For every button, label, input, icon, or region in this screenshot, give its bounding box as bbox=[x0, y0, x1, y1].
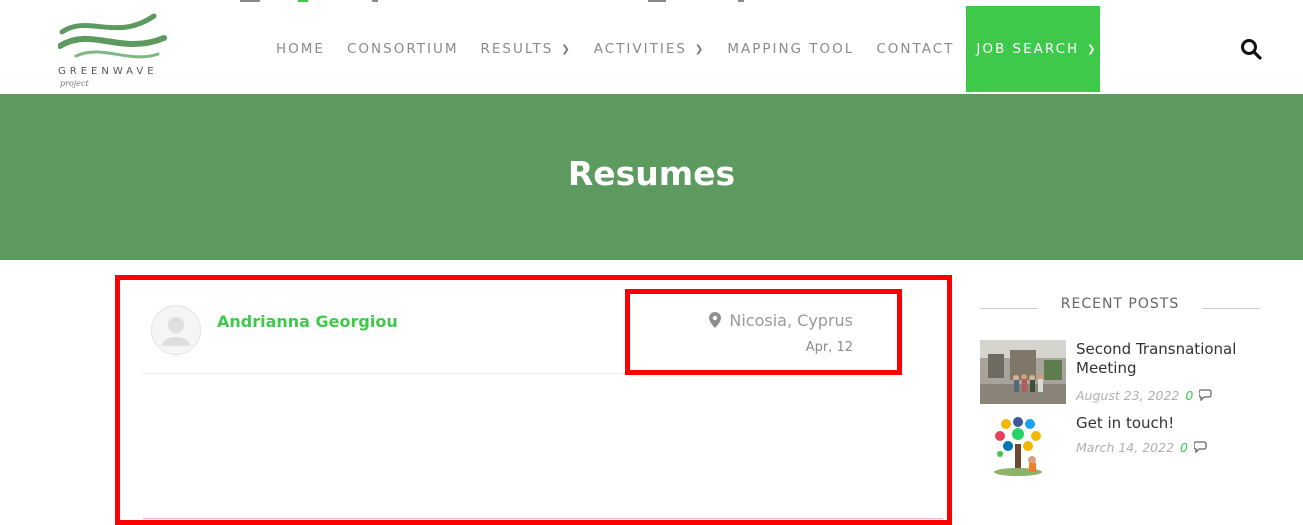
divider bbox=[1202, 308, 1260, 309]
post-meta: August 23, 2022 0 bbox=[1076, 388, 1213, 403]
avatar bbox=[151, 305, 201, 355]
nav-activities[interactable]: ACTIVITIES ❯ bbox=[594, 41, 706, 57]
logo-subtext: project bbox=[60, 79, 89, 88]
nav-job-search[interactable]: JOB SEARCH ❯ bbox=[966, 6, 1101, 92]
social-tree-icon bbox=[994, 417, 1042, 476]
recent-post-item[interactable]: Get in touch! March 14, 2022 0 bbox=[980, 414, 1260, 486]
search-icon bbox=[1241, 39, 1262, 60]
nav-consortium[interactable]: CONSORTIUM bbox=[347, 41, 459, 57]
site-header: GREENWAVE project HOME CONSORTIUM RESULT… bbox=[0, 6, 1303, 92]
nav-results[interactable]: RESULTS ❯ bbox=[480, 41, 571, 57]
user-placeholder-icon bbox=[162, 317, 190, 346]
comment-count[interactable]: 0 bbox=[1185, 388, 1193, 403]
divider bbox=[980, 308, 1038, 309]
nav-label: RESULTS bbox=[480, 41, 554, 57]
wave-logo-icon bbox=[57, 13, 167, 59]
comment-icon bbox=[1193, 441, 1207, 454]
strip-fragment bbox=[738, 0, 744, 2]
comment-count[interactable]: 0 bbox=[1180, 440, 1188, 455]
page-banner: Resumes bbox=[0, 94, 1303, 260]
candidate-name-link[interactable]: Andrianna Georgiou bbox=[217, 312, 398, 331]
widget-title-text: RECENT POSTS bbox=[1060, 296, 1180, 312]
search-button[interactable] bbox=[1240, 38, 1262, 60]
resume-list-item[interactable]: Andrianna Georgiou Nicosia, Cyprus Apr, … bbox=[143, 287, 903, 374]
nav-label: MAPPING TOOL bbox=[727, 41, 855, 57]
post-title-link[interactable]: Second Transnational Meeting bbox=[1076, 340, 1256, 378]
post-date: August 23, 2022 bbox=[1076, 388, 1180, 403]
post-thumbnail[interactable] bbox=[988, 414, 1048, 478]
nav-label: CONSORTIUM bbox=[346, 41, 459, 57]
resume-date: Apr, 12 bbox=[805, 340, 853, 355]
nav-label: CONTACT bbox=[876, 41, 955, 57]
nav-label: JOB SEARCH bbox=[976, 41, 1080, 57]
candidate-location: Nicosia, Cyprus bbox=[709, 311, 853, 330]
chevron-down-icon: ❯ bbox=[561, 43, 572, 55]
widget-title: RECENT POSTS bbox=[980, 296, 1260, 320]
strip-fragment bbox=[372, 0, 378, 2]
nav-mapping-tool[interactable]: MAPPING TOOL bbox=[727, 41, 854, 57]
chevron-down-icon: ❯ bbox=[1087, 43, 1098, 55]
recent-post-item[interactable]: Second Transnational Meeting August 23, … bbox=[980, 340, 1260, 412]
location-text: Nicosia, Cyprus bbox=[729, 311, 853, 330]
comment-icon bbox=[1198, 389, 1212, 402]
site-logo[interactable]: GREENWAVE project bbox=[57, 10, 170, 90]
post-title-link[interactable]: Get in touch! bbox=[1076, 414, 1256, 433]
map-pin-icon bbox=[709, 312, 722, 328]
post-date: March 14, 2022 bbox=[1076, 440, 1175, 455]
logo-text: GREENWAVE bbox=[58, 66, 158, 77]
nav-contact[interactable]: CONTACT bbox=[876, 41, 954, 57]
strip-fragment bbox=[240, 0, 260, 2]
recent-posts-widget: RECENT POSTS Second Transnational Meetin… bbox=[980, 296, 1260, 486]
resume-list: Andrianna Georgiou Nicosia, Cyprus Apr, … bbox=[143, 287, 943, 519]
nav-home[interactable]: HOME bbox=[276, 41, 325, 57]
post-photo-icon bbox=[980, 340, 1066, 404]
post-meta: March 14, 2022 0 bbox=[1076, 440, 1208, 455]
strip-fragment bbox=[648, 0, 666, 2]
nav-label: HOME bbox=[276, 41, 325, 57]
main-nav: HOME CONSORTIUM RESULTS ❯ ACTIVITIES ❯ MAP… bbox=[276, 6, 1101, 92]
chevron-down-icon: ❯ bbox=[694, 43, 706, 55]
strip-fragment bbox=[298, 0, 308, 2]
nav-label: ACTIVITIES bbox=[593, 41, 687, 57]
post-thumbnail[interactable] bbox=[980, 340, 1066, 404]
page-title: Resumes bbox=[567, 154, 736, 193]
